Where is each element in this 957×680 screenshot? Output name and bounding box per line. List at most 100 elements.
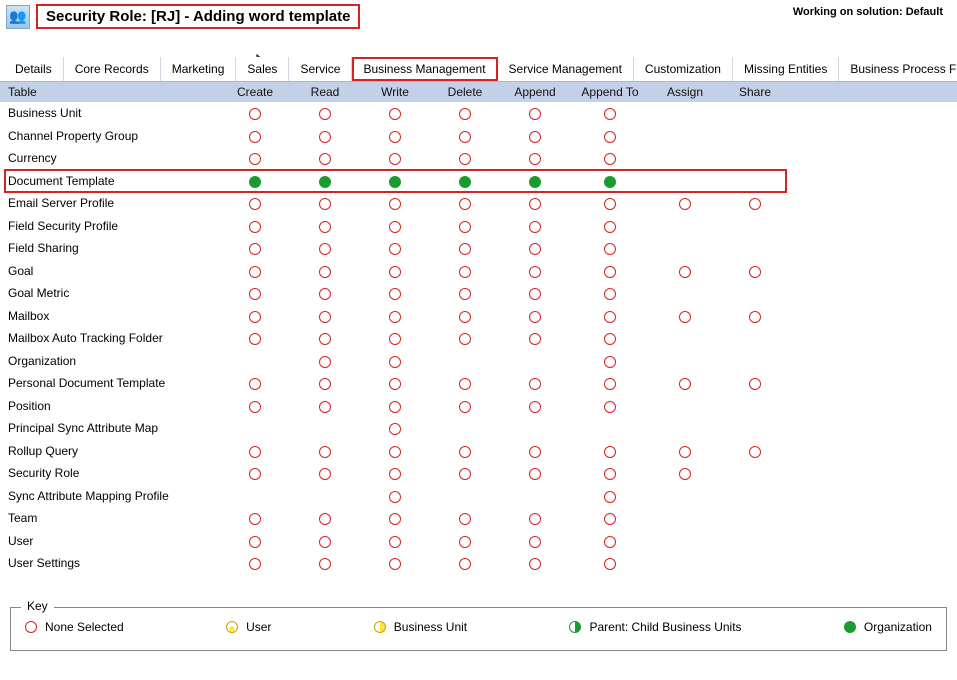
privilege-cell[interactable] (500, 331, 570, 345)
privilege-cell[interactable] (220, 241, 290, 255)
privilege-cell[interactable] (430, 309, 500, 323)
privilege-cell[interactable] (360, 534, 430, 548)
privilege-cell[interactable] (290, 376, 360, 390)
privilege-cell[interactable] (570, 556, 650, 570)
privilege-cell[interactable] (430, 129, 500, 143)
tab-business-management[interactable]: Business Management (352, 57, 497, 81)
privilege-cell[interactable] (500, 309, 570, 323)
privilege-cell[interactable] (500, 129, 570, 143)
privilege-cell[interactable] (650, 196, 720, 210)
privilege-cell[interactable] (500, 196, 570, 210)
privilege-cell[interactable] (290, 174, 360, 188)
tab-business-process-flows[interactable]: Business Process Flows (839, 57, 957, 81)
privilege-cell[interactable] (290, 444, 360, 458)
privilege-cell[interactable] (220, 376, 290, 390)
privilege-cell[interactable] (360, 106, 430, 120)
tab-details[interactable]: Details (4, 57, 64, 81)
privilege-cell[interactable] (290, 534, 360, 548)
privilege-cell[interactable] (360, 556, 430, 570)
privilege-cell[interactable] (290, 286, 360, 300)
privilege-cell[interactable] (220, 466, 290, 480)
privilege-cell[interactable] (290, 556, 360, 570)
privilege-cell[interactable] (220, 534, 290, 548)
privilege-cell[interactable] (430, 241, 500, 255)
privilege-cell[interactable] (570, 399, 650, 413)
privilege-cell[interactable] (720, 309, 790, 323)
privilege-cell[interactable] (570, 106, 650, 120)
privilege-cell[interactable] (650, 466, 720, 480)
privilege-cell[interactable] (430, 219, 500, 233)
privilege-cell[interactable] (500, 151, 570, 165)
privilege-cell[interactable] (430, 444, 500, 458)
privilege-cell[interactable] (570, 511, 650, 525)
privilege-cell[interactable] (570, 241, 650, 255)
privilege-cell[interactable] (290, 219, 360, 233)
privilege-cell[interactable] (290, 196, 360, 210)
privilege-cell[interactable] (290, 399, 360, 413)
privilege-cell[interactable] (290, 331, 360, 345)
privilege-cell[interactable] (360, 196, 430, 210)
privilege-cell[interactable] (430, 151, 500, 165)
privilege-cell[interactable] (290, 129, 360, 143)
privilege-cell[interactable] (360, 489, 430, 503)
privilege-cell[interactable] (290, 264, 360, 278)
privilege-cell[interactable] (360, 399, 430, 413)
privilege-cell[interactable] (360, 174, 430, 188)
privilege-cell[interactable] (360, 241, 430, 255)
privilege-cell[interactable] (430, 556, 500, 570)
privilege-cell[interactable] (430, 331, 500, 345)
privilege-cell[interactable] (360, 444, 430, 458)
privilege-cell[interactable] (360, 219, 430, 233)
privilege-cell[interactable] (430, 196, 500, 210)
privilege-cell[interactable] (570, 444, 650, 458)
privilege-cell[interactable] (720, 376, 790, 390)
privilege-cell[interactable] (360, 354, 430, 368)
privilege-cell[interactable] (430, 511, 500, 525)
tab-service-management[interactable]: Service Management (498, 57, 634, 81)
privilege-cell[interactable] (500, 444, 570, 458)
privilege-cell[interactable] (650, 376, 720, 390)
privilege-cell[interactable] (500, 106, 570, 120)
privilege-cell[interactable] (500, 534, 570, 548)
tab-missing-entities[interactable]: Missing Entities (733, 57, 839, 81)
privilege-cell[interactable] (650, 444, 720, 458)
privilege-cell[interactable] (570, 219, 650, 233)
privilege-cell[interactable] (570, 174, 650, 188)
privilege-cell[interactable] (290, 511, 360, 525)
privilege-cell[interactable] (500, 556, 570, 570)
tab-marketing[interactable]: Marketing (161, 57, 237, 81)
privilege-cell[interactable] (220, 399, 290, 413)
privilege-cell[interactable] (500, 264, 570, 278)
privilege-cell[interactable] (360, 309, 430, 323)
privilege-cell[interactable] (220, 129, 290, 143)
privilege-cell[interactable] (430, 534, 500, 548)
tab-service[interactable]: Service (289, 57, 352, 81)
privilege-cell[interactable] (220, 511, 290, 525)
privilege-cell[interactable] (360, 151, 430, 165)
privilege-cell[interactable] (570, 196, 650, 210)
privilege-cell[interactable] (500, 466, 570, 480)
privilege-cell[interactable] (570, 309, 650, 323)
privilege-cell[interactable] (360, 376, 430, 390)
privilege-cell[interactable] (430, 264, 500, 278)
privilege-cell[interactable] (430, 174, 500, 188)
privilege-cell[interactable] (220, 106, 290, 120)
privilege-cell[interactable] (720, 444, 790, 458)
privilege-cell[interactable] (570, 331, 650, 345)
privilege-cell[interactable] (290, 466, 360, 480)
privilege-cell[interactable] (360, 129, 430, 143)
privilege-cell[interactable] (220, 174, 290, 188)
privilege-cell[interactable] (570, 376, 650, 390)
privilege-cell[interactable] (290, 106, 360, 120)
tab-customization[interactable]: Customization (634, 57, 733, 81)
privilege-cell[interactable] (720, 264, 790, 278)
privilege-cell[interactable] (650, 264, 720, 278)
privilege-cell[interactable] (290, 354, 360, 368)
tab-core-records[interactable]: Core Records (64, 57, 161, 81)
privilege-cell[interactable] (430, 376, 500, 390)
privilege-cell[interactable] (220, 151, 290, 165)
privilege-cell[interactable] (570, 354, 650, 368)
privilege-cell[interactable] (290, 151, 360, 165)
privilege-cell[interactable] (500, 219, 570, 233)
privilege-cell[interactable] (570, 151, 650, 165)
